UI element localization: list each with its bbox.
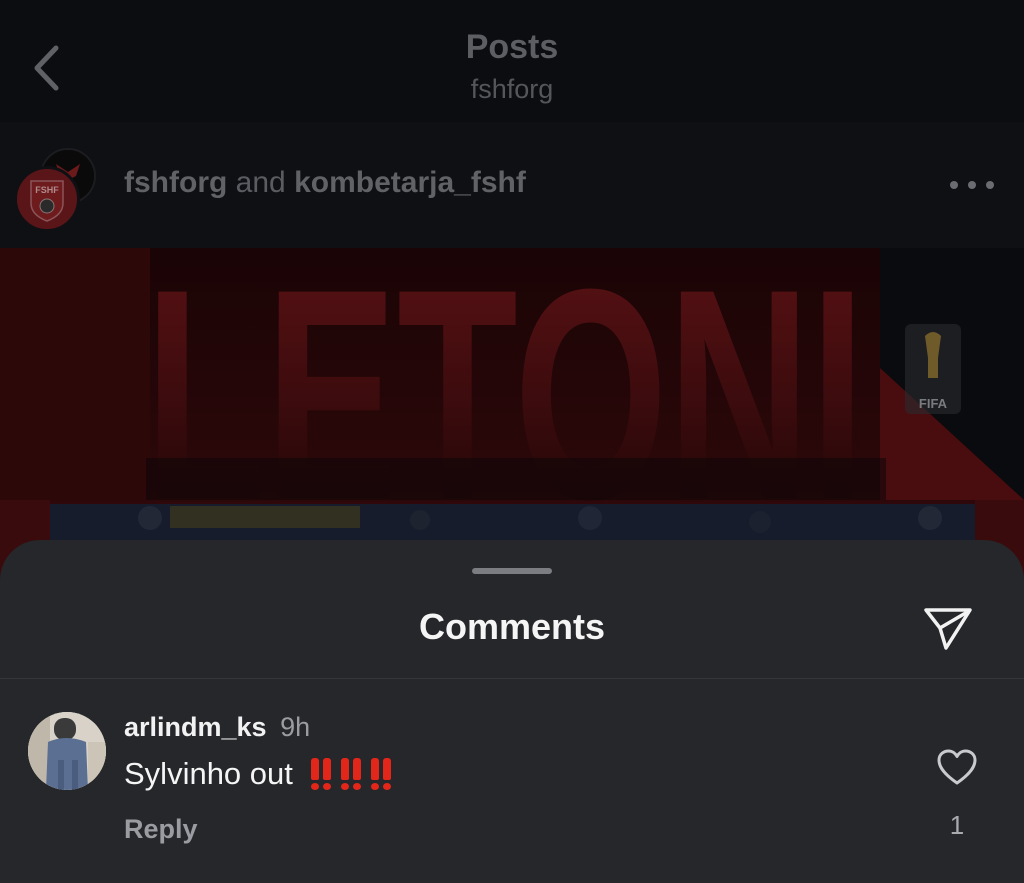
person-photo-icon [28,712,106,790]
fshf-crest-icon: FSHF [17,169,77,229]
double-exclamation-emoji [340,758,361,790]
like-count: 1 [949,810,965,840]
ellipsis-icon [950,181,958,189]
authors-conjunction: and [235,166,286,199]
comment-text: Sylvinho out [124,756,391,792]
comment-item: arlindm_ks 9h Sylvinho out Reply 1 [0,700,1024,880]
author-secondary-link[interactable]: kombetarja_fshf [294,166,526,199]
comments-sheet: Comments arlindm_ks 9h Sylvinho out Repl… [0,540,1024,883]
page-subtitle: fshforg [470,74,554,104]
double-exclamation-emoji-group [301,758,391,790]
sheet-divider [0,678,1024,679]
heart-outline-icon [937,749,977,785]
comments-title: Comments [418,606,606,647]
commenter-username[interactable]: arlindm_ks [124,712,267,742]
page-title: Posts [465,28,559,66]
svg-text:FSHF: FSHF [35,185,59,195]
post-header: FSHF fshforg and kombetarja_fshf [0,122,1024,248]
sheet-grabber-handle[interactable] [472,568,552,574]
double-exclamation-emoji [370,758,391,790]
posts-screen: Posts fshforg FSHF fshforg and kombetarj… [0,0,1024,883]
post-authors: fshforg and kombetarja_fshf [124,166,526,200]
comment-timestamp: 9h [280,712,311,742]
comment-meta: arlindm_ks 9h [124,712,310,743]
reply-button[interactable]: Reply [124,814,198,845]
comment-body: Sylvinho out [124,756,293,791]
world-cup-logo: FIFA [905,324,961,414]
commenter-avatar[interactable] [28,712,106,790]
like-button[interactable] [932,744,982,790]
author-primary-link[interactable]: fshforg [124,166,227,199]
more-options-button[interactable] [950,172,994,198]
double-exclamation-emoji [310,758,331,790]
share-button[interactable] [918,600,978,656]
author-avatar[interactable]: FSHF [14,166,80,232]
top-nav-bar: Posts fshforg [0,0,1024,123]
svg-text:FIFA: FIFA [919,396,948,411]
paper-plane-icon [924,608,972,650]
